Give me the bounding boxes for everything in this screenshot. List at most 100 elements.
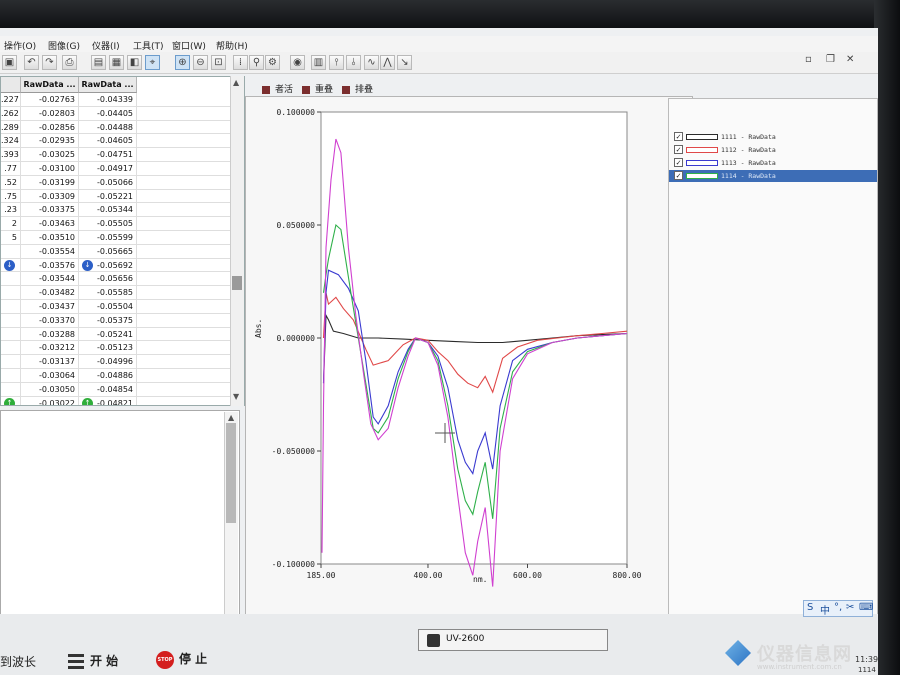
table-cell[interactable]: -0.03482 — [21, 286, 79, 300]
taskbar-app-button[interactable]: UV-2600 — [418, 629, 608, 651]
table-cell[interactable]: -0.03576 — [21, 258, 79, 272]
redo-icon[interactable]: ↷ — [42, 55, 57, 70]
table-cell[interactable]: .262 — [1, 106, 21, 120]
table-cell[interactable]: -0.04488 — [79, 120, 137, 134]
table-cell[interactable]: -0.03437 — [21, 300, 79, 313]
table-row[interactable]: -0.03554 -0.05665 — [1, 244, 233, 259]
table-cell[interactable]: -0.03022 — [21, 396, 79, 405]
table-row[interactable]: -0.03437 -0.05504 — [1, 300, 233, 314]
legend-item-selected[interactable]: ✓ 1114 - RawData — [669, 170, 877, 182]
table-cell[interactable]: -0.03199 — [21, 175, 79, 189]
table-cell[interactable]: .324 — [1, 134, 21, 148]
scroll-down-icon[interactable]: ▼ — [233, 392, 239, 401]
open-icon[interactable]: ▤ — [91, 55, 106, 70]
table-cell[interactable]: -0.03137 — [21, 355, 79, 369]
table-row[interactable]: .289 -0.02856 -0.04488 — [1, 120, 233, 135]
table-row[interactable]: -0.03050 -0.04854 — [1, 382, 233, 397]
undo-icon[interactable]: ↶ — [24, 55, 39, 70]
table-cell[interactable] — [1, 300, 21, 313]
ime-keyboard-icon[interactable]: ⌨ — [859, 602, 873, 613]
goto-wavelength-button[interactable]: 到波长 — [0, 653, 36, 670]
table-cell[interactable] — [1, 244, 21, 258]
ime-tools-icon[interactable]: ✂ — [846, 602, 854, 613]
table-cell[interactable]: -0.02856 — [21, 120, 79, 134]
ime-punct-icon[interactable]: °, — [834, 602, 842, 613]
table-cell[interactable]: -0.03050 — [21, 382, 79, 396]
table-cell[interactable]: -0.04751 — [79, 148, 137, 162]
table-cell[interactable] — [1, 369, 21, 382]
table-row[interactable]: -0.03137 -0.04996 — [1, 355, 233, 369]
menu-tools[interactable]: 工具(T) — [133, 39, 164, 52]
table-cell[interactable] — [1, 313, 21, 327]
window-minimize-icon[interactable]: ▫ — [805, 54, 812, 65]
window-close-icon[interactable]: ✕ — [846, 54, 854, 65]
table-row[interactable]: 2 -0.03463 -0.05505 — [1, 217, 233, 231]
table-scrollbar-thumb[interactable] — [232, 276, 242, 290]
zoom-out-icon[interactable]: ⊖ — [193, 55, 208, 70]
table-row[interactable]: -0.03022 -0.04821 ↑ ↑ — [1, 396, 233, 405]
menu-instrument[interactable]: 仪器(I) — [92, 39, 120, 52]
table-cell[interactable]: -0.04339 — [79, 93, 137, 106]
legend-item[interactable]: ✓ 1112 - RawData — [669, 144, 877, 156]
table-cell[interactable]: -0.03554 — [21, 244, 79, 258]
table-cell[interactable]: -0.05505 — [79, 217, 137, 231]
stop-button[interactable]: STOP 停 止 — [156, 650, 207, 669]
table-cell[interactable]: -0.03064 — [21, 369, 79, 382]
table-cell[interactable]: -0.05375 — [79, 313, 137, 327]
save-icon[interactable]: ▣ — [2, 55, 17, 70]
table-cell[interactable]: -0.04917 — [79, 162, 137, 175]
table-cell[interactable]: -0.03025 — [21, 148, 79, 162]
table-cell[interactable]: -0.05123 — [79, 341, 137, 355]
table-row[interactable]: .77 -0.03100 -0.04917 — [1, 162, 233, 176]
table-row[interactable]: -0.03544 -0.05656 — [1, 272, 233, 287]
table-cell[interactable]: -0.05241 — [79, 327, 137, 341]
table-row[interactable]: 5 -0.03510 -0.05599 — [1, 231, 233, 245]
print-icon[interactable]: ⎙ — [62, 55, 77, 70]
table-cell[interactable]: -0.02935 — [21, 134, 79, 148]
table-cell[interactable]: -0.03544 — [21, 272, 79, 286]
table-row[interactable]: -0.03288 -0.05241 — [1, 327, 233, 342]
table-cell[interactable]: -0.05599 — [79, 231, 137, 244]
table-cell[interactable]: -0.04996 — [79, 355, 137, 369]
table-cell[interactable]: -0.04854 — [79, 382, 137, 396]
sample-icon[interactable]: ◧ — [127, 55, 142, 70]
table-cell[interactable] — [1, 355, 21, 369]
table-cell[interactable] — [1, 272, 21, 286]
table-cell[interactable]: -0.03212 — [21, 341, 79, 355]
table-row[interactable]: -0.03576 -0.05692 ↓ ↓ — [1, 258, 233, 273]
table-cell[interactable]: -0.03463 — [21, 217, 79, 231]
table-cell[interactable]: -0.03370 — [21, 313, 79, 327]
table-cell[interactable]: -0.05665 — [79, 244, 137, 258]
table-cell[interactable]: -0.03375 — [21, 203, 79, 217]
lower-scroll-up-icon[interactable]: ▲ — [228, 413, 234, 422]
table-cell[interactable]: -0.05221 — [79, 189, 137, 203]
ime-logo-icon[interactable]: S — [807, 602, 813, 613]
table-cell[interactable]: -0.04605 — [79, 134, 137, 148]
table-row[interactable]: .52 -0.03199 -0.05066 — [1, 175, 233, 190]
menu-help[interactable]: 帮助(H) — [216, 39, 248, 52]
menu-operation[interactable]: 操作(O) — [4, 39, 36, 52]
table-scrollbar[interactable] — [230, 76, 244, 406]
table-row[interactable]: .262 -0.02803 -0.04405 — [1, 106, 233, 121]
table-cell[interactable]: 5 — [1, 231, 21, 244]
table-row[interactable]: -0.03370 -0.05375 — [1, 313, 233, 328]
table-cell[interactable]: -0.05656 — [79, 272, 137, 286]
column-header-2[interactable]: RawData ... — [21, 77, 79, 93]
table-cell[interactable] — [1, 327, 21, 341]
legend-item[interactable]: ✓ 1113 - RawData — [669, 157, 877, 169]
table-cell[interactable]: .289 — [1, 120, 21, 134]
column-header-3[interactable]: RawData ... — [79, 77, 137, 93]
legend-item[interactable]: ✓ 1111 - RawData — [669, 131, 877, 143]
table-cell[interactable]: -0.04886 — [79, 369, 137, 382]
table-cell[interactable]: -0.05066 — [79, 175, 137, 189]
table-cell[interactable] — [1, 286, 21, 300]
table-row[interactable]: -0.03064 -0.04886 — [1, 369, 233, 383]
table-cell[interactable]: -0.05504 — [79, 300, 137, 313]
table-cell[interactable]: .75 — [1, 189, 21, 203]
zoom-fit-icon[interactable]: ⊡ — [211, 55, 226, 70]
ime-chinese-mode[interactable]: 中 — [820, 602, 830, 617]
table-cell[interactable]: .227 — [1, 93, 21, 106]
scroll-up-icon[interactable]: ▲ — [233, 78, 239, 87]
table-cell[interactable]: -0.02803 — [21, 106, 79, 120]
table-row[interactable]: .393 -0.03025 -0.04751 — [1, 148, 233, 162]
